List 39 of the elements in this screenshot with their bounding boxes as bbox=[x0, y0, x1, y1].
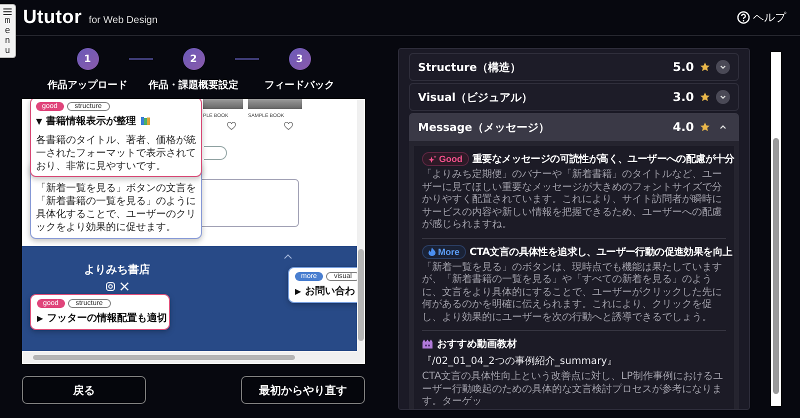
card-text: 「新着一覧を見る」ボタンの文言を「新着書籍の一覧を見る」のように具体化することで、ユーザーのクリックをより効果的に促せます。 bbox=[36, 182, 196, 234]
step-number: 3 bbox=[288, 48, 310, 70]
score: 4.0 bbox=[672, 120, 694, 134]
feedback-text: 「新着一覧を見る」のボタンは、現時点でも機能は果たしていますが、「新着書籍の一覧を見る」や「すべての新着を見る」のように、文言をより具体的にすることで、ユーザーがクリックした先に何があるのかを明確に伝えられます。これにより、クリックを促し、より効果的にユーザーを次の行動へと誘導できるでしょう。 bbox=[422, 262, 723, 324]
accordion-header[interactable]: Structure（構造） 5.0 bbox=[409, 53, 739, 81]
step-label: 作品アップロード bbox=[48, 78, 128, 92]
toggle-icon[interactable]: ▶ bbox=[37, 314, 44, 322]
feedback-title: 重要なメッセージの可読性が高く、ユーザーへの配慮が十分 bbox=[472, 152, 734, 166]
logo: Ututor bbox=[23, 6, 82, 28]
footer-logo: よりみち書店 bbox=[84, 262, 150, 277]
section-heading: おすすめ動画教材 bbox=[437, 338, 517, 351]
toggle-icon[interactable]: ▼ bbox=[36, 116, 42, 126]
accordion-header[interactable]: Message（メッセージ） 4.0 bbox=[409, 113, 739, 141]
card-text: 各書籍のタイトル、著者、価格が統一されたフォーマットで表示されており、非常に見やすいです。 bbox=[36, 134, 196, 173]
card-title: 書籍情報表示が整理 bbox=[46, 114, 136, 128]
tag: More bbox=[422, 244, 466, 258]
back-button[interactable]: 戻る bbox=[22, 376, 146, 404]
step-number: 1 bbox=[76, 48, 98, 70]
score: 3.0 bbox=[672, 90, 694, 104]
restart-button[interactable]: 最初からやり直す bbox=[241, 376, 365, 404]
step-label: フィードバック bbox=[264, 79, 334, 92]
step-label: 作品・課題概要設定 bbox=[148, 78, 238, 92]
video-description: CTA文言の具体性向上という改善点に対し、LP制作事例におけるユーザー行動喚起のための具体的な文言検討プロセスが参考になります。ターゲッ bbox=[422, 371, 724, 408]
menu-button[interactable]: menu bbox=[0, 4, 16, 58]
criterion-label: Message（メッセージ） bbox=[418, 120, 550, 134]
criterion-label: Visual（ビジュアル） bbox=[418, 90, 533, 104]
feedback-title: CTA文言の具体性を追求し、ユーザー行動の促進効果を向上 bbox=[470, 245, 732, 258]
video-title[interactable]: 『/02_01_04_2つの事例紹介_summary』 bbox=[422, 354, 726, 368]
help-button[interactable]: ヘルプ bbox=[737, 10, 786, 25]
criterion-label: Structure（構造） bbox=[418, 60, 521, 74]
feedback-text: 「よりみち定期便」のバナーや「新着書籍」のタイトルなど、ユーザーに見てほしい重要なメッセージが大きめのフォントサイズで分かりやすく配置されています。これにより、サイト訪問者が瞬時にサービスの内容や新しい情報を把握できるため、ユーザーへの配慮が感じられますね。 bbox=[422, 169, 723, 232]
accordion-header[interactable]: Visual（ビジュアル） 3.0 bbox=[409, 83, 739, 111]
logo-subtitle: for Web Design bbox=[88, 14, 158, 26]
toggle-icon[interactable]: ▶ bbox=[295, 286, 302, 296]
tag: Good bbox=[422, 152, 468, 166]
score: 5.0 bbox=[672, 60, 694, 74]
card-title: フッターの情報配置も適切 bbox=[47, 311, 168, 325]
step-number: 2 bbox=[182, 48, 204, 70]
card-title: お問い合わ bbox=[305, 284, 356, 298]
